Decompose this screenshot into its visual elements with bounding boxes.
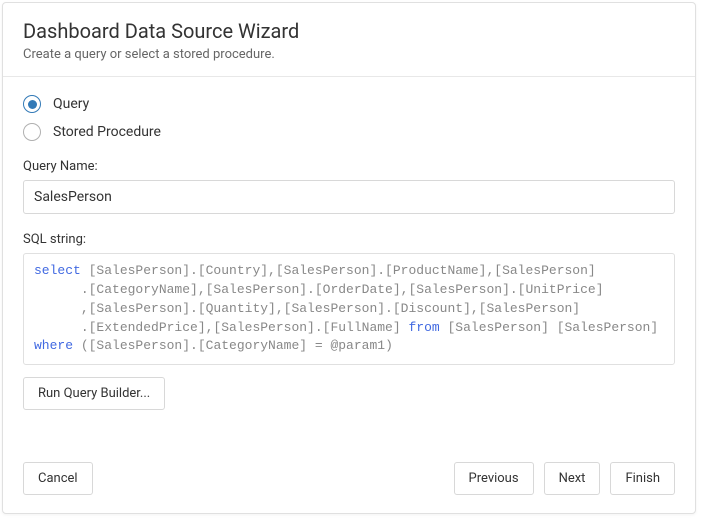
wizard-footer: Cancel Previous Next Finish <box>3 450 695 513</box>
query-name-input[interactable] <box>23 180 675 214</box>
wizard-header: Dashboard Data Source Wizard Create a qu… <box>3 3 695 77</box>
page-title: Dashboard Data Source Wizard <box>23 19 675 43</box>
radio-indicator-icon <box>23 123 41 141</box>
radio-query[interactable]: Query <box>23 95 675 113</box>
radio-label: Query <box>53 96 89 112</box>
wizard-dialog: Dashboard Data Source Wizard Create a qu… <box>2 2 696 514</box>
sql-text: ([SalesPerson].[CategoryName] = @param1) <box>73 338 393 353</box>
run-query-builder-button[interactable]: Run Query Builder... <box>23 377 165 410</box>
sql-text: [SalesPerson] [SalesPerson] <box>440 320 658 335</box>
previous-button[interactable]: Previous <box>454 462 534 495</box>
radio-label: Stored Procedure <box>53 124 161 140</box>
radio-indicator-icon <box>23 95 41 113</box>
footer-right: Previous Next Finish <box>454 462 675 495</box>
cancel-button[interactable]: Cancel <box>23 462 93 495</box>
page-subtitle: Create a query or select a stored proced… <box>23 47 675 62</box>
next-button[interactable]: Next <box>544 462 601 495</box>
query-name-label: Query Name: <box>23 159 675 174</box>
wizard-body: Query Stored Procedure Query Name: SQL s… <box>3 77 695 450</box>
sql-string-label: SQL string: <box>23 232 675 247</box>
sql-keyword: from <box>408 320 439 335</box>
sql-string-display[interactable]: select [SalesPerson].[Country],[SalesPer… <box>23 253 675 365</box>
sql-keyword: where <box>34 338 73 353</box>
finish-button[interactable]: Finish <box>610 462 675 495</box>
query-type-radio-group: Query Stored Procedure <box>23 95 675 141</box>
sql-keyword: select <box>34 263 81 278</box>
radio-stored-procedure[interactable]: Stored Procedure <box>23 123 675 141</box>
